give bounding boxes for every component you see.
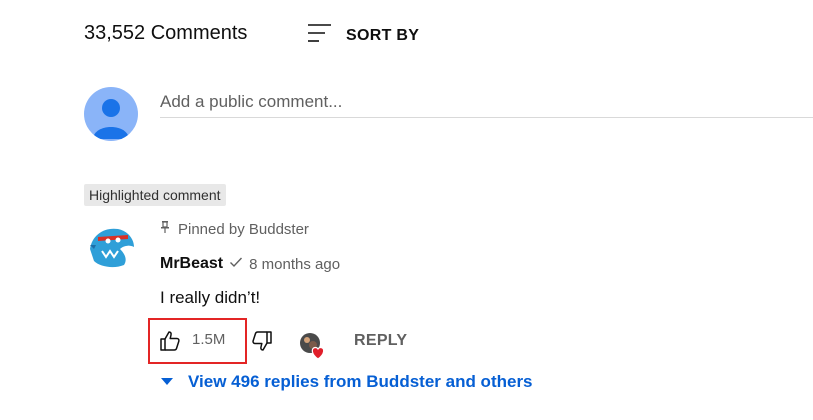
comment-author[interactable]: MrBeast bbox=[160, 255, 223, 273]
pinned-text: Pinned by Buddster bbox=[178, 220, 309, 238]
sort-lines-icon bbox=[306, 22, 332, 49]
sort-by-label: SORT BY bbox=[346, 26, 420, 44]
comment-author-row: MrBeast 8 months ago bbox=[160, 255, 340, 273]
thumbs-up-icon[interactable] bbox=[158, 329, 182, 353]
user-avatar bbox=[84, 87, 138, 141]
comment-text: I really didn’t! bbox=[160, 288, 261, 307]
pin-icon bbox=[160, 220, 170, 238]
comment-timestamp[interactable]: 8 months ago bbox=[249, 256, 340, 273]
sort-by-button[interactable]: SORT BY bbox=[306, 22, 419, 49]
heart-avatar-icon[interactable] bbox=[298, 331, 328, 361]
reply-button[interactable]: REPLY bbox=[354, 332, 407, 350]
add-comment-row bbox=[84, 87, 813, 142]
comments-header: 33,552 Comments bbox=[84, 22, 247, 45]
view-replies-label: View 496 replies from Buddster and other… bbox=[188, 372, 533, 391]
thumbs-down-icon[interactable] bbox=[250, 329, 274, 353]
caret-down-icon bbox=[160, 373, 174, 391]
pinned-label: Pinned by Buddster bbox=[160, 220, 309, 238]
check-icon bbox=[229, 255, 243, 273]
like-count: 1.5M bbox=[192, 331, 226, 348]
highlighted-comment-badge: Highlighted comment bbox=[84, 184, 226, 206]
creator-avatar[interactable] bbox=[84, 219, 138, 273]
comment-count: 33,552 Comments bbox=[84, 22, 248, 44]
view-replies-button[interactable]: View 496 replies from Buddster and other… bbox=[160, 372, 533, 392]
comment-actions: 1.5M REPLY bbox=[148, 318, 448, 366]
add-comment-input[interactable] bbox=[160, 87, 813, 118]
